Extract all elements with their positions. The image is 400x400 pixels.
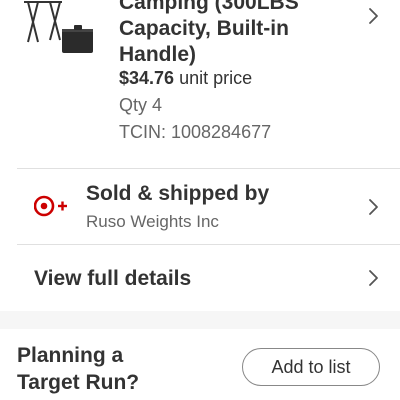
- chevron-right-icon: [364, 197, 382, 217]
- planning-heading-line: Target Run?: [17, 371, 140, 394]
- product-title-line: Handle): [119, 43, 197, 66]
- planning-section: Planning a Target Run? Add to list: [0, 329, 400, 400]
- product-image[interactable]: [22, 0, 102, 60]
- product-title-line: Camping (300LBS: [119, 0, 299, 14]
- seller-name: Ruso Weights Inc: [86, 212, 219, 231]
- seller-title: Sold & shipped by: [86, 182, 270, 205]
- target-plus-logo: [33, 195, 68, 217]
- price-value: $34.76: [119, 68, 175, 88]
- price-suffix: unit price: [174, 68, 253, 88]
- view-full-details-row[interactable]: View full details: [0, 245, 400, 311]
- tcin-label: TCIN: 1008284677: [119, 122, 272, 142]
- unit-price: $34.76 unit price: [119, 67, 252, 89]
- seller-row[interactable]: Sold & shipped by Ruso Weights Inc: [0, 169, 400, 244]
- chevron-right-icon: [364, 268, 382, 288]
- planning-heading-line: Planning a: [17, 344, 124, 367]
- chevron-right-icon[interactable]: [364, 6, 382, 26]
- add-to-list-button[interactable]: Add to list: [242, 348, 380, 386]
- section-separator: [0, 311, 400, 329]
- quantity-label: Qty 4: [119, 95, 163, 115]
- product-title-line: Capacity, Built-in: [119, 17, 289, 40]
- planning-heading: Planning a Target Run?: [17, 342, 217, 396]
- product-title[interactable]: Camping (300LBS Capacity, Built-in Handl…: [119, 0, 339, 68]
- view-full-details-label: View full details: [34, 267, 192, 290]
